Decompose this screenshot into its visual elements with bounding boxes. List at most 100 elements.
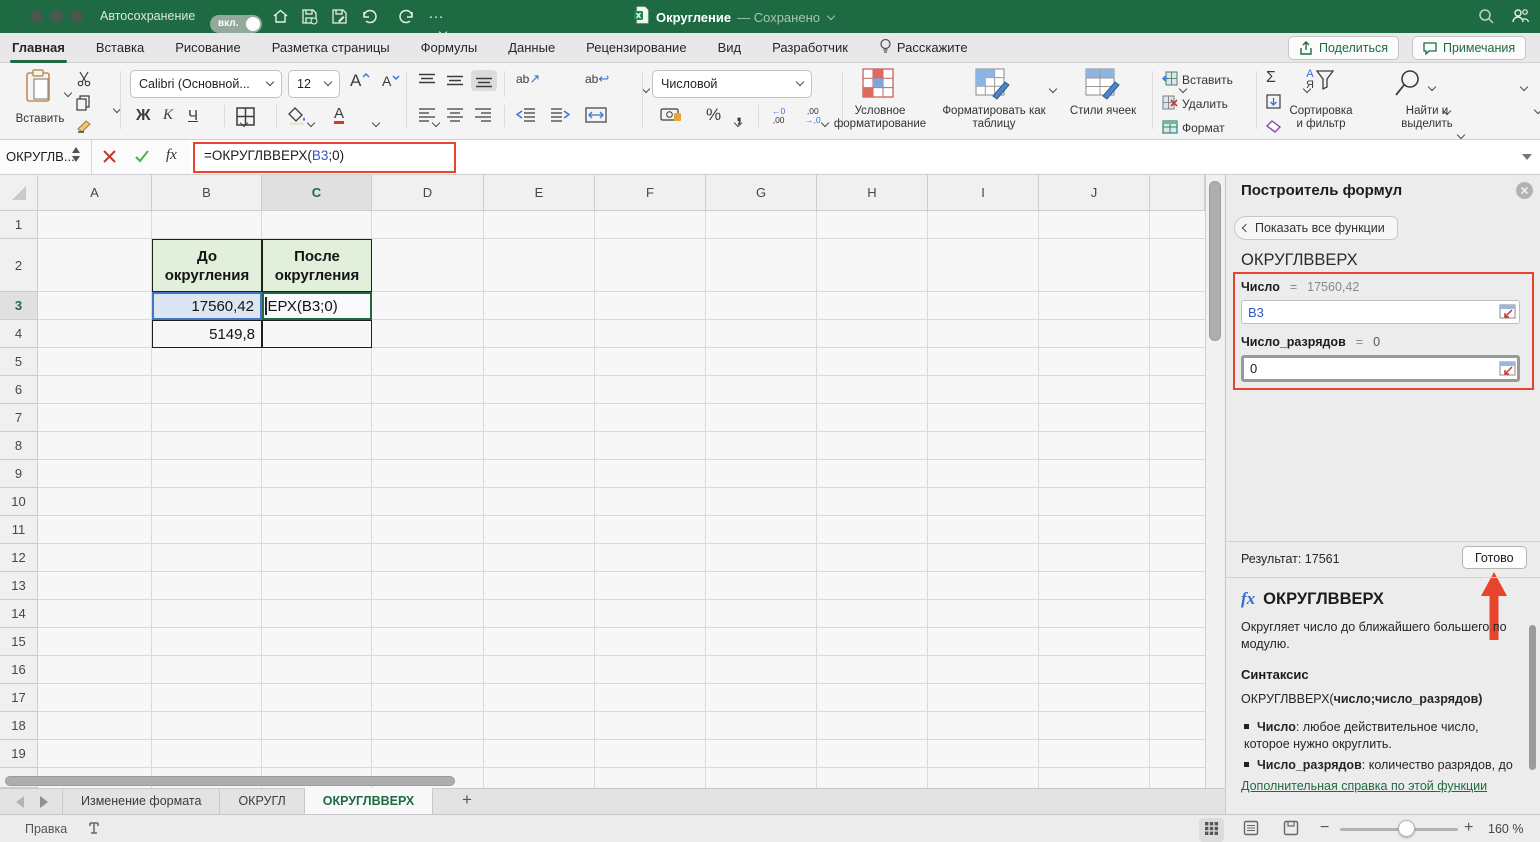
row-header-16[interactable]: 16 bbox=[0, 656, 38, 684]
redo-icon[interactable] bbox=[398, 8, 416, 30]
arg2-input[interactable] bbox=[1241, 355, 1520, 382]
autosum-chevron-icon[interactable] bbox=[1519, 83, 1527, 91]
horizontal-scrollbar-thumb[interactable] bbox=[5, 776, 455, 786]
close-window-button[interactable] bbox=[30, 10, 43, 23]
column-header-D[interactable]: D bbox=[372, 175, 484, 211]
row-header-14[interactable]: 14 bbox=[0, 600, 38, 628]
find-select-icon[interactable] bbox=[1394, 68, 1424, 98]
column-header-E[interactable]: E bbox=[484, 175, 595, 211]
paste-label[interactable]: Вставить bbox=[8, 113, 72, 126]
row-header-18[interactable]: 18 bbox=[0, 712, 38, 740]
ribbon-tab-9[interactable]: Расскажите bbox=[877, 33, 970, 63]
align-middle-icon[interactable] bbox=[446, 73, 464, 88]
percent-style-icon[interactable]: % bbox=[706, 105, 721, 125]
cancel-icon[interactable] bbox=[102, 149, 117, 169]
cell-B4[interactable]: 5149,8 bbox=[152, 320, 262, 348]
column-header-B[interactable]: B bbox=[152, 175, 262, 211]
column-header-A[interactable]: A bbox=[38, 175, 152, 211]
row-header-9[interactable]: 9 bbox=[0, 460, 38, 488]
save-as-icon[interactable] bbox=[331, 8, 348, 30]
more-commands-icon[interactable]: … bbox=[428, 5, 444, 23]
copy-icon[interactable] bbox=[76, 95, 91, 111]
cell-C3-editing[interactable]: ЕРХ(B3;0) bbox=[262, 292, 372, 320]
zoom-level-label[interactable]: 160 % bbox=[1488, 822, 1523, 836]
page-layout-view-icon[interactable] bbox=[1283, 820, 1299, 839]
formula-bar-expand-icon[interactable] bbox=[1522, 154, 1532, 160]
normal-view-icon[interactable] bbox=[1243, 820, 1259, 839]
cut-icon[interactable] bbox=[76, 71, 92, 87]
insert-function-icon[interactable]: fx bbox=[166, 147, 177, 164]
column-header-C[interactable]: C bbox=[262, 175, 372, 211]
zoom-in-button[interactable]: + bbox=[1464, 819, 1473, 837]
ribbon-tab-5[interactable]: Данные bbox=[506, 33, 557, 63]
cell-B2[interactable]: До округления bbox=[152, 239, 262, 292]
merge-center-icon[interactable] bbox=[585, 107, 607, 123]
title-chevron-icon[interactable] bbox=[827, 11, 835, 19]
cell-B3-reference[interactable]: 17560,42 bbox=[152, 292, 262, 320]
bold-icon[interactable]: Ж bbox=[136, 107, 150, 125]
fill-color-chevron-icon[interactable] bbox=[372, 119, 380, 127]
cell-C2[interactable]: После округления bbox=[262, 239, 372, 292]
italic-icon[interactable]: К bbox=[163, 107, 173, 124]
format-cells-label[interactable]: Формат bbox=[1182, 121, 1225, 135]
vertical-scrollbar-thumb[interactable] bbox=[1209, 181, 1221, 341]
ribbon-tab-1[interactable]: Вставка bbox=[94, 33, 146, 63]
zoom-window-button[interactable] bbox=[70, 10, 83, 23]
column-header-partial[interactable] bbox=[1150, 175, 1205, 211]
row-header-10[interactable]: 10 bbox=[0, 488, 38, 516]
document-title[interactable]: Округление bbox=[656, 10, 731, 25]
align-left-icon[interactable] bbox=[418, 107, 436, 122]
row-header-11[interactable]: 11 bbox=[0, 516, 38, 544]
sort-filter-icon[interactable]: АЯ bbox=[1306, 69, 1336, 91]
ribbon-tab-3[interactable]: Разметка страницы bbox=[270, 33, 392, 63]
font-name-select[interactable]: Calibri (Основной... bbox=[130, 70, 282, 98]
ribbon-tab-8[interactable]: Разработчик bbox=[770, 33, 850, 63]
row-header-15[interactable]: 15 bbox=[0, 628, 38, 656]
row-header-4[interactable]: 4 bbox=[0, 320, 38, 348]
row-header-13[interactable]: 13 bbox=[0, 572, 38, 600]
add-sheet-button[interactable]: + bbox=[462, 790, 472, 810]
align-bottom-icon[interactable] bbox=[471, 70, 497, 91]
delete-cells-label[interactable]: Удалить bbox=[1182, 97, 1228, 111]
font-color-icon[interactable]: А bbox=[334, 106, 344, 124]
comments-button[interactable]: Примечания bbox=[1412, 36, 1526, 60]
shrink-font-icon[interactable]: А bbox=[382, 73, 400, 89]
panel-close-icon[interactable] bbox=[1516, 182, 1533, 199]
column-header-F[interactable]: F bbox=[595, 175, 706, 211]
function-help-link[interactable]: Дополнительная справка по этой функции bbox=[1241, 779, 1487, 793]
enter-icon[interactable] bbox=[134, 149, 150, 169]
home-icon[interactable] bbox=[272, 8, 289, 30]
share-button[interactable]: Поделиться bbox=[1288, 36, 1399, 60]
insert-chevron-icon[interactable] bbox=[1428, 83, 1436, 91]
format-painter-icon[interactable] bbox=[76, 119, 93, 135]
name-box[interactable]: ОКРУГЛВ... bbox=[0, 140, 92, 174]
grid-view-icon[interactable] bbox=[1199, 818, 1224, 842]
column-header-J[interactable]: J bbox=[1039, 175, 1150, 211]
sheet-tab-0[interactable]: Изменение формата bbox=[63, 788, 220, 814]
done-button[interactable]: Готово bbox=[1462, 546, 1527, 569]
sheet-tab-1[interactable]: ОКРУГЛ bbox=[220, 788, 304, 814]
save-icon[interactable] bbox=[301, 8, 318, 30]
row-header-19[interactable]: 19 bbox=[0, 740, 38, 768]
cell-styles-icon[interactable] bbox=[1085, 68, 1121, 100]
paste-icon[interactable] bbox=[24, 69, 54, 103]
find-select-label[interactable]: Найти ивыделить bbox=[1382, 105, 1472, 131]
comma-style-icon[interactable]: , bbox=[736, 101, 742, 127]
wrap-text-icon[interactable]: ab↩ bbox=[585, 71, 609, 87]
show-all-functions-button[interactable]: Показать все функции bbox=[1234, 216, 1398, 240]
increase-decimal-icon[interactable]: ←0,00 bbox=[772, 107, 785, 125]
align-right-icon[interactable] bbox=[474, 107, 492, 122]
font-size-select[interactable]: 12 bbox=[288, 70, 340, 98]
cell-C4[interactable] bbox=[262, 320, 372, 348]
share-user-icon[interactable] bbox=[1510, 7, 1530, 30]
format-as-table-icon[interactable] bbox=[975, 68, 1011, 100]
orientation-chevron-icon[interactable] bbox=[642, 85, 650, 93]
panel-scrollbar-thumb[interactable] bbox=[1529, 625, 1536, 770]
grow-font-icon[interactable]: А bbox=[350, 71, 370, 91]
vertical-scrollbar[interactable] bbox=[1205, 175, 1224, 788]
orientation-icon[interactable]: ab↗ bbox=[516, 71, 540, 87]
insert-cells-label[interactable]: Вставить bbox=[1182, 73, 1233, 87]
autosum-icon[interactable]: Σ bbox=[1266, 69, 1276, 87]
select-all-corner[interactable] bbox=[0, 175, 38, 211]
format-as-table-label[interactable]: Форматировать как таблицу bbox=[928, 105, 1060, 131]
